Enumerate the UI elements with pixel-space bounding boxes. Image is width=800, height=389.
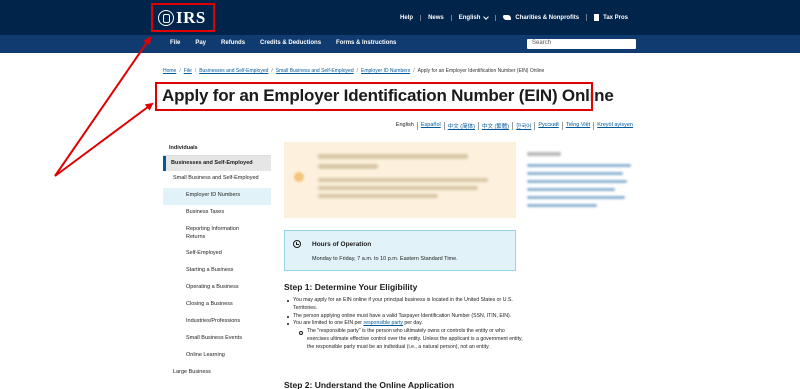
sidebar-item-business-taxes[interactable]: Business Taxes (163, 205, 271, 222)
breadcrumb-businesses[interactable]: Businesses and Self-Employed (199, 68, 268, 74)
blurred-link (527, 172, 623, 175)
lang-chinese-traditional[interactable]: 中文 (繁體) (477, 122, 512, 130)
search-input[interactable]: Search (527, 39, 636, 49)
top-header-bar: IRS Help News English Charities & Nonpro… (0, 0, 800, 35)
lang-russian[interactable]: Русский (534, 122, 561, 130)
arrow-to-title (54, 102, 154, 177)
logo-highlight-box (151, 3, 215, 32)
alert-banner-blurred (284, 142, 516, 218)
blurred-heading (527, 152, 561, 156)
document-icon (594, 14, 600, 21)
breadcrumb-employer-id[interactable]: Employer ID Numbers (361, 68, 410, 74)
sidebar-item-events[interactable]: Small Business Events (163, 331, 271, 348)
sidebar-item-employer-id[interactable]: Employer ID Numbers (163, 188, 271, 205)
nav-file[interactable]: File (170, 40, 180, 46)
hours-text: Monday to Friday, 7 a.m. to 10 p.m. East… (312, 256, 458, 262)
blurred-link (527, 188, 615, 191)
step1-list: You may apply for an EIN online if your … (284, 297, 524, 352)
nav-forms-instructions[interactable]: Forms & Instructions (336, 40, 396, 46)
sidebar-item-operating[interactable]: Operating a Business (163, 280, 271, 297)
main-nav: File Pay Refunds Credits & Deductions Fo… (0, 35, 800, 53)
sidebar-item-businesses[interactable]: Businesses and Self-Employed (163, 156, 271, 171)
hours-info-box: Hours of Operation Monday to Friday, 7 a… (284, 230, 516, 271)
breadcrumb-current: Apply for an Employer Identification Num… (417, 68, 545, 74)
nav-refunds[interactable]: Refunds (221, 40, 245, 46)
lang-english: English (395, 122, 414, 128)
sidebar-item-closing[interactable]: Closing a Business (163, 297, 271, 314)
breadcrumb-small-business[interactable]: Small Business and Self-Employed (276, 68, 354, 74)
handshake-icon (503, 15, 512, 20)
blurred-text (318, 164, 378, 169)
language-switcher: English Español 中文 (简体) 中文 (繁體) 한국어 Русс… (393, 122, 636, 130)
list-item: You may apply for an EIN online if your … (284, 297, 524, 313)
sidebar-item-online-learning[interactable]: Online Learning (163, 348, 271, 365)
list-item: The person applying online must have a v… (284, 313, 524, 321)
tax-pros-link[interactable]: Tax Pros (586, 14, 635, 21)
language-label: English (458, 14, 481, 21)
charities-label: Charities & Nonprofits (515, 14, 580, 21)
list-subitem: The "responsible party" is the person wh… (284, 328, 524, 351)
blurred-link (527, 204, 597, 207)
clock-icon (293, 240, 301, 248)
sidebar-item-reporting-info[interactable]: Reporting Information Returns (163, 222, 271, 246)
hours-title: Hours of Operation (312, 241, 372, 248)
language-select[interactable]: English (450, 13, 496, 21)
responsible-party-link[interactable]: responsible party (363, 320, 403, 326)
sidebar-item-self-employed[interactable]: Self-Employed (163, 246, 271, 263)
sidebar-item-large-business[interactable]: Large Business (163, 365, 271, 382)
title-highlight-box (155, 82, 593, 111)
lang-haitian-creole[interactable]: Kreyòl ayisyen (593, 122, 636, 130)
alert-icon (294, 172, 304, 182)
lang-vietnamese[interactable]: Tiếng Việt (561, 122, 593, 130)
arrow-to-logo (54, 36, 152, 177)
breadcrumb: Home / File / Businesses and Self-Employed / S… (163, 68, 545, 74)
nav-pay[interactable]: Pay (195, 40, 206, 46)
utility-nav: Help News English Charities & Nonprofits… (393, 13, 635, 21)
nav-credits-deductions[interactable]: Credits & Deductions (260, 40, 321, 46)
tax-pros-label: Tax Pros (603, 14, 628, 21)
lang-korean[interactable]: 한국어 (512, 122, 534, 130)
blurred-text (318, 194, 438, 198)
blurred-link (527, 196, 625, 199)
list-item: You are limited to one EIN per responsib… (284, 320, 524, 328)
sidebar-nav: Individuals Businesses and Self-Employed… (163, 141, 271, 382)
chevron-down-icon (483, 13, 490, 20)
news-link[interactable]: News (420, 14, 451, 21)
sidebar-item-starting[interactable]: Starting a Business (163, 263, 271, 280)
blurred-link (527, 180, 627, 183)
blurred-text (318, 154, 468, 159)
list-text: You are limited to one EIN per (293, 320, 364, 327)
step1-heading: Step 1: Determine Your Eligibility (284, 282, 418, 292)
related-topics-blurred (527, 152, 637, 212)
charities-link[interactable]: Charities & Nonprofits (495, 14, 586, 21)
blurred-text (318, 178, 488, 182)
breadcrumb-home[interactable]: Home (163, 68, 176, 74)
step2-heading: Step 2: Understand the Online Applicatio… (284, 380, 455, 389)
lang-chinese-simplified[interactable]: 中文 (简体) (443, 122, 478, 130)
sidebar-item-small-business[interactable]: Small Business and Self-Employed (163, 171, 271, 188)
help-link[interactable]: Help (393, 15, 420, 21)
list-text: per day. (402, 320, 423, 327)
breadcrumb-file[interactable]: File (184, 68, 192, 74)
sidebar-item-individuals[interactable]: Individuals (163, 141, 271, 156)
blurred-link (527, 164, 631, 167)
lang-spanish[interactable]: Español (416, 122, 444, 130)
sidebar-item-industries[interactable]: Industries/Professions (163, 314, 271, 331)
blurred-text (318, 186, 478, 190)
